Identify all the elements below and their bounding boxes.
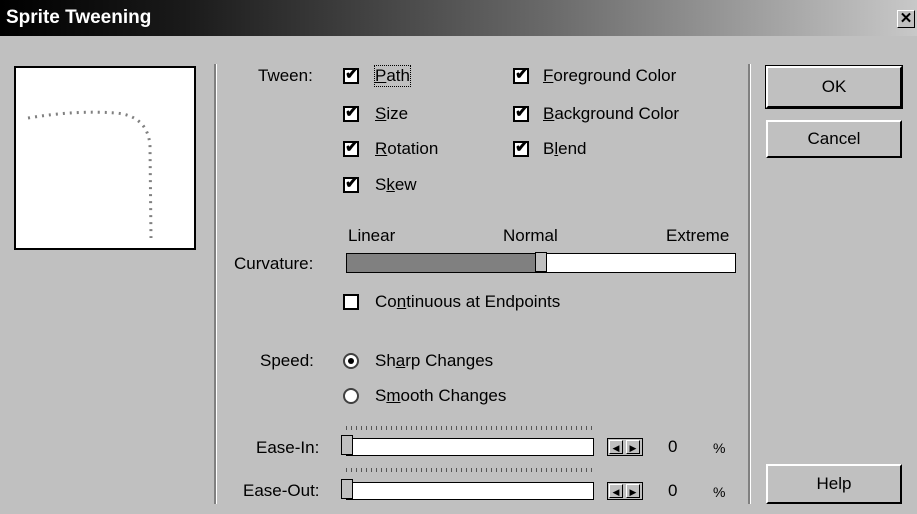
radio-selected-dot bbox=[348, 358, 354, 364]
ease-out-slider-thumb[interactable] bbox=[341, 479, 353, 499]
close-icon[interactable]: ✕ bbox=[897, 10, 915, 28]
separator-right bbox=[748, 64, 751, 504]
ease-in-slider-thumb[interactable] bbox=[341, 435, 353, 455]
curvature-mid-label: Normal bbox=[503, 226, 558, 245]
label-foreground-color[interactable]: Foreground Color bbox=[543, 66, 676, 86]
ok-button[interactable]: OK bbox=[765, 65, 903, 109]
path-preview-graphic bbox=[27, 110, 153, 239]
label-size[interactable]: Size bbox=[375, 104, 408, 124]
label-path[interactable]: Path bbox=[374, 65, 411, 87]
ease-out-value: 0 bbox=[668, 481, 678, 500]
checkbox-skew[interactable]: ✔ bbox=[343, 175, 359, 193]
checkbox-blend[interactable]: ✔ bbox=[513, 139, 529, 157]
label-blend[interactable]: Blend bbox=[543, 139, 587, 159]
ease-in-increment-icon[interactable]: ▶ bbox=[626, 440, 640, 454]
curvature-slider-thumb[interactable] bbox=[535, 252, 547, 272]
ease-out-slider[interactable] bbox=[346, 482, 594, 500]
label-rotation[interactable]: Rotation bbox=[375, 139, 438, 159]
label-sharp-changes[interactable]: Sharp Changes bbox=[375, 351, 493, 371]
tween-path-preview bbox=[14, 66, 196, 250]
tween-label: Tween: bbox=[258, 66, 313, 85]
window-title: Sprite Tweening bbox=[6, 7, 152, 28]
ease-out-spinner[interactable]: ◀ ▶ bbox=[607, 482, 643, 500]
ease-in-ticks bbox=[346, 426, 594, 430]
ease-in-unit: % bbox=[713, 440, 726, 456]
ease-out-decrement-icon[interactable]: ◀ bbox=[609, 484, 623, 498]
cancel-button[interactable]: Cancel bbox=[766, 120, 902, 158]
label-continuous-endpoints[interactable]: Continuous at Endpoints bbox=[375, 292, 560, 312]
radio-sharp-changes[interactable] bbox=[343, 353, 359, 369]
curvature-min-label: Linear bbox=[348, 226, 396, 245]
separator-left bbox=[214, 64, 217, 504]
curvature-label: Curvature: bbox=[234, 254, 314, 273]
checkbox-background-color[interactable]: ✔ bbox=[513, 104, 529, 122]
ease-in-label: Ease-In: bbox=[256, 438, 320, 457]
checkbox-foreground-color[interactable]: ✔ bbox=[513, 66, 529, 84]
checkbox-continuous-endpoints[interactable] bbox=[343, 294, 359, 310]
ease-out-increment-icon[interactable]: ▶ bbox=[626, 484, 640, 498]
ease-in-spinner[interactable]: ◀ ▶ bbox=[607, 438, 643, 456]
curvature-max-label: Extreme bbox=[666, 226, 730, 245]
ease-out-unit: % bbox=[713, 484, 726, 500]
speed-label: Speed: bbox=[260, 351, 314, 370]
ease-in-value: 0 bbox=[668, 437, 678, 456]
radio-smooth-changes[interactable] bbox=[343, 388, 359, 404]
ease-in-slider[interactable] bbox=[346, 438, 594, 456]
label-background-color[interactable]: Background Color bbox=[543, 104, 679, 124]
label-skew[interactable]: Skew bbox=[375, 175, 417, 195]
ease-out-ticks bbox=[346, 468, 594, 472]
checkbox-rotation[interactable]: ✔ bbox=[343, 139, 359, 157]
label-smooth-changes[interactable]: Smooth Changes bbox=[375, 386, 506, 406]
ease-out-label: Ease-Out: bbox=[243, 481, 320, 500]
checkbox-path[interactable]: ✔ bbox=[343, 66, 359, 84]
checkbox-size[interactable]: ✔ bbox=[343, 104, 359, 122]
ease-in-decrement-icon[interactable]: ◀ bbox=[609, 440, 623, 454]
curvature-fill bbox=[347, 254, 542, 272]
help-button[interactable]: Help bbox=[766, 464, 902, 504]
title-bar: Sprite Tweening ✕ bbox=[0, 0, 917, 36]
